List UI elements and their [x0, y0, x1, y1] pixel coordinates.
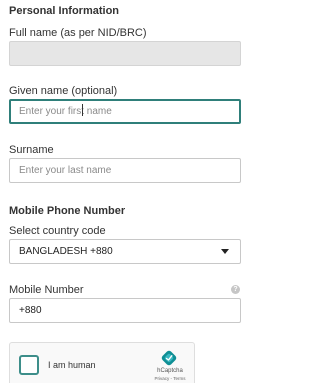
full-name-field[interactable]	[9, 41, 241, 66]
country-code-label: Select country code	[9, 225, 106, 237]
country-code-value: BANGLADESH +880	[19, 246, 113, 257]
mobile-number-field[interactable]: +880	[9, 298, 241, 323]
surname-field[interactable]: Enter your last name	[9, 158, 241, 183]
mobile-number-label: Mobile Number	[9, 284, 84, 296]
help-icon[interactable]: ?	[231, 285, 240, 294]
surname-placeholder: Enter your last name	[19, 165, 112, 176]
hcaptcha-privacy-terms-links[interactable]: Privacy - Terms	[146, 376, 194, 381]
hcaptcha-logo-icon	[161, 350, 177, 366]
hcaptcha-widget: I am human hCaptcha Privacy - Terms	[9, 342, 195, 383]
chevron-down-icon	[221, 249, 229, 254]
given-name-field[interactable]: Enter your first name	[9, 99, 241, 124]
given-name-placeholder: Enter your first name	[19, 106, 112, 117]
mobile-phone-heading: Mobile Phone Number	[9, 205, 126, 217]
given-name-label: Given name (optional)	[9, 85, 118, 97]
personal-info-heading: Personal Information	[9, 5, 120, 17]
full-name-label: Full name (as per NID/BRC)	[9, 27, 147, 39]
captcha-label: I am human	[48, 360, 96, 370]
country-code-select[interactable]: BANGLADESH +880	[9, 239, 241, 264]
captcha-checkbox[interactable]	[19, 355, 39, 375]
hcaptcha-brand: hCaptcha	[157, 368, 183, 374]
text-cursor	[81, 104, 83, 117]
surname-label: Surname	[9, 144, 54, 156]
